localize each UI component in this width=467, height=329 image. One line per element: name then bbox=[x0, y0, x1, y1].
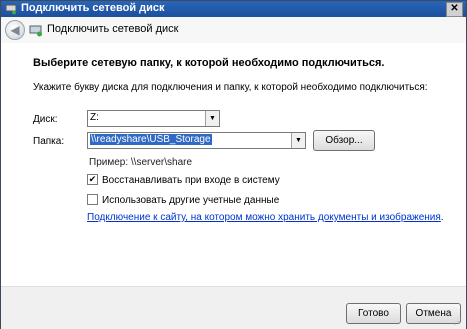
drive-value: Z: bbox=[90, 112, 99, 123]
chevron-down-icon[interactable]: ▼ bbox=[205, 111, 219, 126]
map-network-drive-window: Подключить сетевой диск ✕ ◀ Подключить с… bbox=[0, 0, 467, 329]
navigation-bar: ◀ Подключить сетевой диск bbox=[1, 17, 466, 43]
other-credentials-checkbox[interactable] bbox=[87, 194, 98, 205]
page-heading: Выберите сетевую папку, к которой необхо… bbox=[33, 57, 385, 69]
folder-label: Папка: bbox=[33, 136, 64, 147]
example-hint: Пример: \\server\share bbox=[89, 157, 193, 168]
reconnect-label: Восстанавливать при входе в систему bbox=[102, 175, 280, 187]
title-bar: Подключить сетевой диск ✕ bbox=[1, 1, 466, 17]
drive-select[interactable]: Z: ▼ bbox=[87, 110, 220, 127]
reconnect-option[interactable]: ✔ Восстанавливать при входе в систему bbox=[87, 174, 280, 187]
wizard-content: Выберите сетевую папку, к которой необхо… bbox=[1, 43, 466, 286]
back-arrow-icon[interactable]: ◀ bbox=[5, 20, 25, 40]
link-suffix: . bbox=[440, 212, 444, 223]
drive-label: Диск: bbox=[33, 114, 58, 125]
finish-button[interactable]: Готово bbox=[346, 303, 401, 324]
folder-label-text: Папка: bbox=[33, 136, 65, 147]
folder-combobox[interactable]: \\readyshare\USB_Storage ▼ bbox=[87, 132, 306, 149]
other-credentials-option[interactable]: Использовать другие учетные данные bbox=[87, 194, 280, 207]
other-credentials-label: Использовать другие учетные данные bbox=[102, 195, 280, 207]
network-drive-icon bbox=[29, 25, 42, 37]
reconnect-checkbox[interactable]: ✔ bbox=[87, 174, 98, 185]
chevron-down-icon[interactable]: ▼ bbox=[291, 133, 305, 148]
connect-website-link-text[interactable]: Подключение к сайту, на котором можно хр… bbox=[87, 212, 441, 223]
button-bar: Готово Отмена ⋰ bbox=[1, 286, 466, 329]
wizard-title: Подключить сетевой диск bbox=[47, 23, 179, 35]
connect-website-link[interactable]: Подключение к сайту, на котором можно хр… bbox=[87, 212, 444, 223]
folder-value: \\readyshare\USB_Storage bbox=[90, 134, 212, 145]
drive-label-text: Диск: bbox=[33, 114, 58, 125]
browse-button[interactable]: Обзор... bbox=[313, 130, 375, 151]
cancel-button[interactable]: Отмена bbox=[406, 303, 461, 324]
close-button[interactable]: ✕ bbox=[446, 2, 463, 17]
resize-grip-icon[interactable]: ⋰ bbox=[454, 317, 464, 327]
page-description: Укажите букву диска для подключения и па… bbox=[33, 82, 428, 93]
network-drive-icon bbox=[5, 4, 17, 15]
window-title: Подключить сетевой диск bbox=[21, 2, 165, 14]
